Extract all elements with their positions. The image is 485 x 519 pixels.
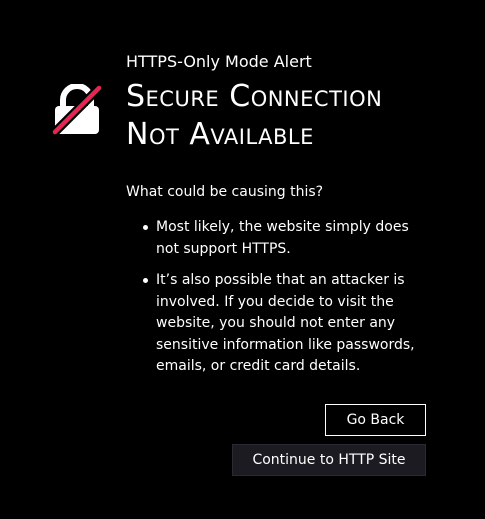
cause-question: What could be causing this? bbox=[126, 184, 324, 200]
broken-lock-icon bbox=[50, 83, 104, 137]
alert-title: Secure Connection Not Available bbox=[126, 78, 466, 154]
go-back-button[interactable]: Go Back bbox=[325, 404, 426, 436]
alert-header: HTTPS-Only Mode Alert Secure Connection … bbox=[126, 52, 466, 154]
cause-list: Most likely, the website simply does not… bbox=[126, 217, 436, 388]
https-only-error-page: HTTPS-Only Mode Alert Secure Connection … bbox=[0, 0, 485, 519]
cause-item: Most likely, the website simply does not… bbox=[126, 217, 436, 260]
continue-to-http-button[interactable]: Continue to HTTP Site bbox=[232, 444, 426, 476]
alert-title-line-2: Not Available bbox=[126, 117, 314, 152]
alert-title-line-1: Secure Connection bbox=[126, 79, 383, 114]
alert-subtitle: HTTPS-Only Mode Alert bbox=[126, 52, 312, 71]
cause-item: It’s also possible that an attacker is i… bbox=[126, 270, 436, 378]
